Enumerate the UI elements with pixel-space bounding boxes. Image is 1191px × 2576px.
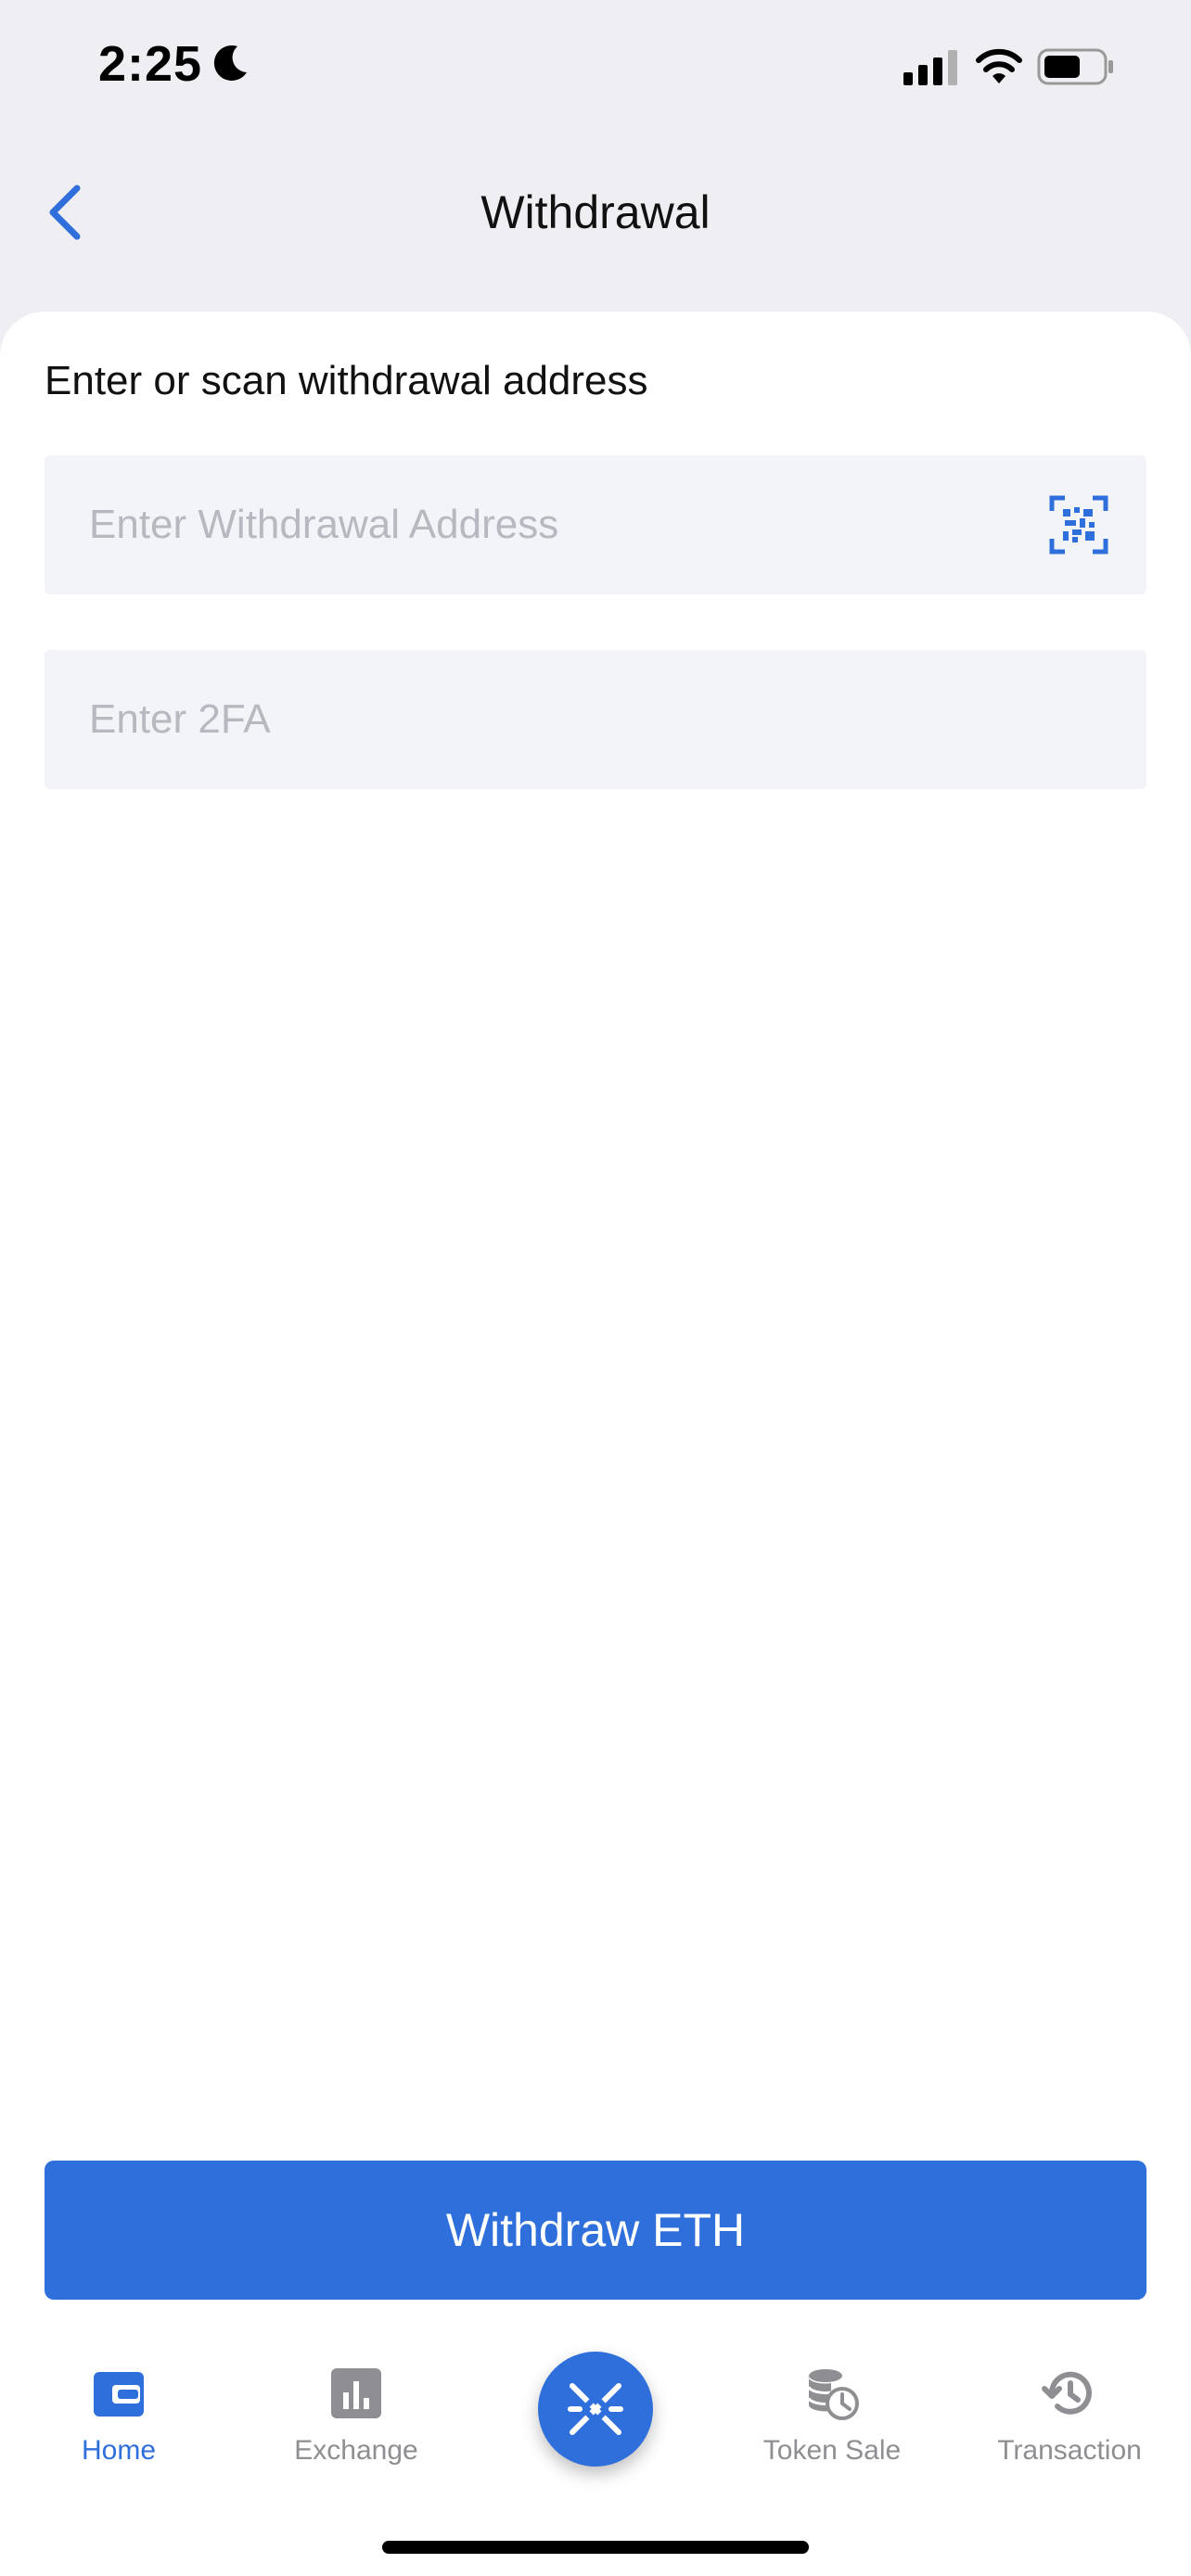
signal-icon bbox=[903, 50, 957, 85]
wallet-icon bbox=[94, 2372, 144, 2417]
withdrawal-screen: 2:25 Withdrawal Enter or scan withdrawal… bbox=[0, 0, 1191, 2576]
address-prompt: Enter or scan withdrawal address bbox=[45, 358, 648, 403]
wifi-icon bbox=[976, 48, 1022, 83]
coins-clock-icon bbox=[807, 2369, 859, 2420]
status-time: 2:25 bbox=[98, 36, 203, 92]
status-bar: 2:25 bbox=[0, 0, 1191, 139]
app-logo-icon bbox=[568, 2383, 623, 2435]
home-indicator bbox=[382, 2541, 809, 2554]
moon-icon bbox=[213, 45, 247, 81]
twofa-field[interactable] bbox=[45, 650, 1146, 789]
tab-exchange[interactable]: Exchange bbox=[254, 2365, 458, 2494]
address-input[interactable] bbox=[89, 455, 998, 594]
tab-transaction-label: Transaction bbox=[997, 2435, 1142, 2466]
tab-token-sale-label: Token Sale bbox=[762, 2435, 902, 2466]
bar-chart-icon bbox=[331, 2368, 381, 2418]
tab-bar: Home Exchange Token Sale Transaction bbox=[0, 2318, 1191, 2576]
page-title: Withdrawal bbox=[480, 186, 711, 238]
address-field[interactable] bbox=[45, 455, 1146, 594]
withdraw-button[interactable]: Withdraw ETH bbox=[45, 2161, 1146, 2300]
center-action-button[interactable] bbox=[538, 2352, 653, 2467]
content-card: Enter or scan withdrawal address Enter W… bbox=[0, 312, 1191, 2576]
tab-token-sale[interactable]: Token Sale bbox=[730, 2365, 934, 2494]
tab-exchange-label: Exchange bbox=[294, 2435, 418, 2466]
battery-icon bbox=[1037, 48, 1113, 85]
tab-home-label: Home bbox=[81, 2435, 157, 2466]
tab-home[interactable]: Home bbox=[17, 2365, 221, 2494]
tab-transaction[interactable]: Transaction bbox=[967, 2365, 1172, 2494]
twofa-input[interactable] bbox=[89, 650, 998, 789]
qr-scan-icon[interactable] bbox=[1048, 494, 1109, 555]
nav-bar: Withdrawal bbox=[0, 139, 1191, 306]
history-icon bbox=[1042, 2371, 1092, 2415]
